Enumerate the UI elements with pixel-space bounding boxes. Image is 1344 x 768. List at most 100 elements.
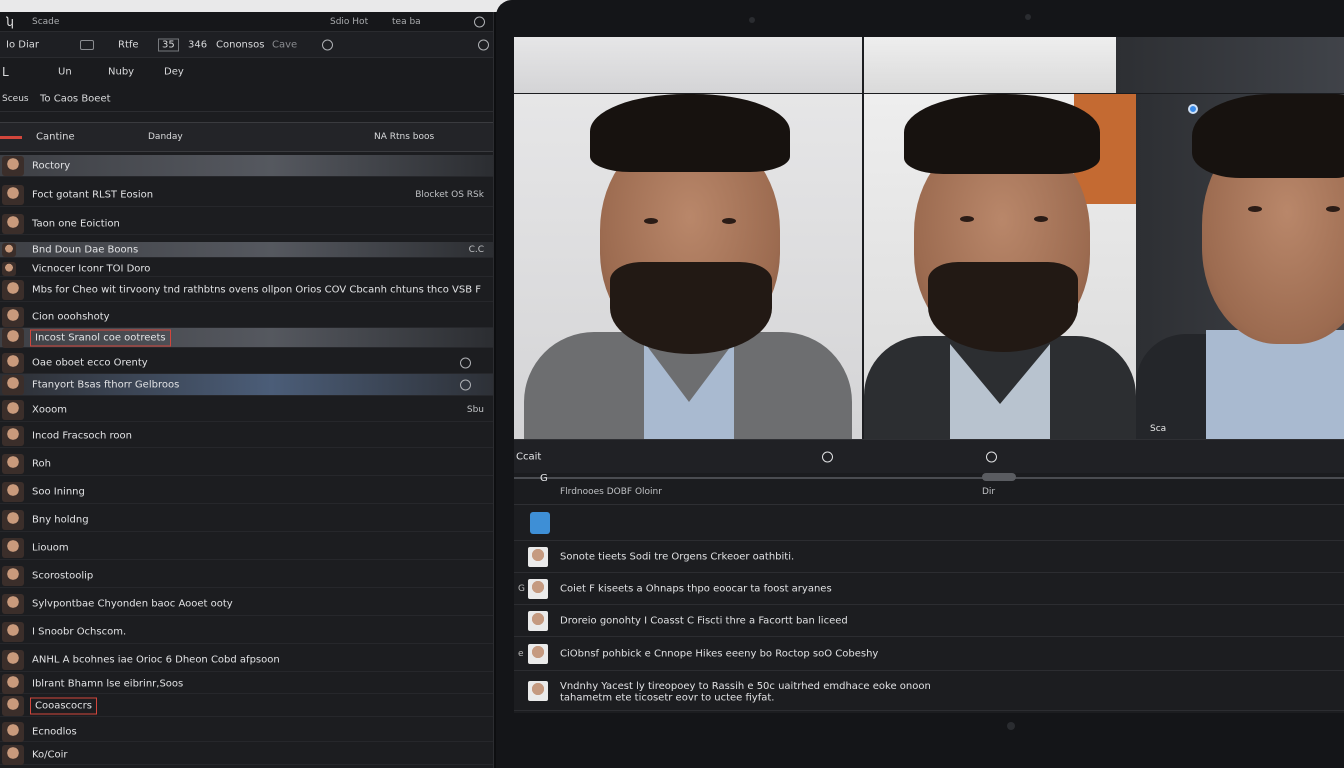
scrub-bar[interactable]: G Flrdnooes DOBF Oloinr Dir bbox=[514, 473, 1344, 505]
list-item[interactable]: Incost Sranol coe ootreets bbox=[0, 327, 493, 348]
toolbar-item-2[interactable]: Rtfe bbox=[118, 39, 139, 50]
list-item[interactable]: Vicnocer Iconr TOI Doro bbox=[0, 261, 493, 277]
list-item[interactable]: Bnd Doun Dae Boons C.C bbox=[0, 242, 493, 258]
list-item[interactable]: Taon one Eoiction bbox=[0, 213, 493, 235]
playlist-title: Coiet F kiseets a Ohnaps thpo eoocar ta … bbox=[560, 583, 832, 594]
list-item[interactable]: Ftanyort Bsas fthorr Gelbroos bbox=[0, 374, 493, 396]
item-thumbnail bbox=[2, 425, 24, 446]
item-label: Ko/Coir bbox=[32, 749, 68, 760]
selection-marker bbox=[0, 136, 22, 139]
item-thumbnail bbox=[2, 621, 24, 642]
toolbar-item-4[interactable]: 346 bbox=[188, 39, 207, 50]
list-item[interactable]: I Snoobr Ochscom. bbox=[0, 620, 493, 644]
list-item[interactable]: Ecnodlos bbox=[0, 721, 493, 742]
item-label: ANHL A bcohnes iae Orioc 6 Dheon Cobd af… bbox=[32, 654, 280, 665]
video-screen: Sca Ccait G Flrdnooes DOBF Oloinr Dir So… bbox=[514, 37, 1344, 713]
playlist-marker: e bbox=[518, 648, 524, 659]
list-item[interactable]: Foct gotant RLST Eosion Blocket OS RSk bbox=[0, 183, 493, 207]
list-item[interactable]: Sylvpontbae Chyonden baoc Aooet ooty bbox=[0, 592, 493, 616]
toolbar-item-6[interactable]: Cave bbox=[272, 39, 297, 50]
list-item[interactable]: Roctory bbox=[0, 155, 493, 177]
item-thumbnail bbox=[2, 184, 24, 205]
info-icon[interactable] bbox=[478, 39, 489, 50]
participant-video-2[interactable] bbox=[864, 94, 1136, 439]
item-toggle-icon[interactable] bbox=[460, 357, 471, 368]
playlist-item[interactable] bbox=[514, 505, 1344, 541]
item-thumbnail bbox=[2, 565, 24, 586]
toolbar-item-5[interactable]: Cononsos bbox=[216, 39, 264, 50]
item-thumbnail bbox=[2, 279, 24, 300]
playlist-item[interactable]: Droreio gonohty I Coasst C Fiscti thre a… bbox=[514, 605, 1344, 637]
sub-toolbar-item-3[interactable]: Dey bbox=[164, 67, 184, 78]
list-item[interactable]: Cion ooohshoty bbox=[0, 306, 493, 328]
playlist-item[interactable]: Sonote tieets Sodi tre Orgens Crkeoer oa… bbox=[514, 541, 1344, 573]
column-header-3[interactable]: NA Rtns boos bbox=[374, 132, 434, 142]
playlist-item[interactable]: Vndnhy Yacest ly tireopoey to Rassih e 5… bbox=[514, 671, 1344, 711]
item-label: Incost Sranol coe ootreets bbox=[30, 329, 171, 346]
playlist-thumbnail bbox=[528, 680, 548, 701]
title-bar: ʮ Scade Sdio Hot tea ba bbox=[0, 12, 493, 32]
laptop-frame: Sca Ccait G Flrdnooes DOBF Oloinr Dir So… bbox=[496, 0, 1344, 768]
list-item[interactable]: Scorostoolip bbox=[0, 564, 493, 588]
play-icon[interactable] bbox=[822, 451, 833, 462]
playlist-thumbnail bbox=[528, 578, 548, 599]
item-label: Mbs for Cheo wit tirvoony tnd rathbtns o… bbox=[32, 284, 481, 295]
sub-toolbar-item-2[interactable]: Nuby bbox=[108, 67, 134, 78]
toolbar-item-3[interactable]: 35 bbox=[158, 38, 179, 51]
refresh-icon[interactable] bbox=[322, 39, 333, 50]
item-toggle-icon[interactable] bbox=[460, 379, 471, 390]
playlist-item[interactable]: e CiObnsf pohbick e Cnnope Hikes eeeny bo… bbox=[514, 637, 1344, 671]
item-thumbnail bbox=[2, 721, 24, 742]
item-thumbnail bbox=[2, 593, 24, 614]
timer-icon[interactable] bbox=[986, 451, 997, 462]
participant-1-beard bbox=[610, 262, 772, 354]
participant-1-hair bbox=[590, 94, 790, 172]
list-item[interactable]: Roh bbox=[0, 452, 493, 476]
settings-icon[interactable] bbox=[474, 16, 485, 27]
sub-toolbar-item-1[interactable]: Un bbox=[58, 67, 72, 78]
list-item[interactable]: Soo Ininng bbox=[0, 480, 493, 504]
item-label: Sylvpontbae Chyonden baoc Aooet ooty bbox=[32, 598, 233, 609]
scrub-text: Flrdnooes DOBF Oloinr bbox=[560, 487, 662, 497]
toolbar-item-1[interactable]: Io Diar bbox=[6, 39, 39, 50]
item-label: Soo Ininng bbox=[32, 486, 85, 497]
item-label: Bny holdng bbox=[32, 514, 89, 525]
participant-3-hair bbox=[1192, 94, 1344, 178]
title-right-text-2: tea ba bbox=[392, 16, 421, 27]
list-item[interactable]: Iblrant Bhamn lse eibrinr,Soos bbox=[0, 673, 493, 694]
list-item[interactable]: Cooascocrs bbox=[0, 695, 493, 717]
list-item[interactable]: Bny holdng bbox=[0, 508, 493, 532]
item-label: Ftanyort Bsas fthorr Gelbroos bbox=[32, 379, 180, 390]
column-header-1[interactable]: Cantine bbox=[36, 132, 75, 143]
title-right-text: Sdio Hot bbox=[330, 16, 369, 27]
list-item[interactable]: ANHL A bcohnes iae Orioc 6 Dheon Cobd af… bbox=[0, 648, 493, 672]
playlist-subtitle: tahametm ete ticosetr eovr to uctee fiyf… bbox=[560, 692, 775, 704]
layout-icon[interactable] bbox=[80, 39, 94, 50]
sub-toolbar: L Un Nuby Dey bbox=[0, 58, 493, 86]
section-label-1: Sceus bbox=[2, 93, 29, 104]
item-thumbnail bbox=[2, 327, 24, 348]
list-item[interactable]: Liouom bbox=[0, 536, 493, 560]
item-thumbnail bbox=[2, 744, 24, 765]
participant-video-3[interactable]: Sca bbox=[1136, 94, 1344, 439]
participant-1-eye-right bbox=[722, 218, 736, 224]
scrub-handle[interactable] bbox=[982, 473, 1016, 481]
video-caption-bar: Ccait bbox=[514, 439, 1344, 473]
item-thumbnail bbox=[2, 352, 24, 373]
participant-3-eye-left bbox=[1248, 206, 1262, 212]
list-item[interactable]: Mbs for Cheo wit tirvoony tnd rathbtns o… bbox=[0, 278, 493, 302]
scrub-track[interactable] bbox=[514, 477, 1344, 479]
playlist-title: Vndnhy Yacest ly tireopoey to Rassih e 5… bbox=[560, 680, 931, 692]
playlist-item[interactable]: G Coiet F kiseets a Ohnaps thpo eoocar ta… bbox=[514, 573, 1344, 605]
playlist-thumbnail bbox=[528, 546, 548, 567]
list-item[interactable]: Xooom Sbu bbox=[0, 398, 493, 422]
playlist-thumbnail bbox=[528, 610, 548, 631]
participant-video-1[interactable] bbox=[514, 94, 862, 439]
list-item[interactable]: Incod Fracsoch roon bbox=[0, 424, 493, 448]
column-header-2[interactable]: Danday bbox=[148, 132, 183, 142]
list-item[interactable]: Ko/Coir bbox=[0, 744, 493, 765]
item-label: Oae oboet ecco Orenty bbox=[32, 357, 148, 368]
section-label-2: To Caos Boeet bbox=[40, 93, 111, 104]
list-item[interactable]: Oae oboet ecco Orenty bbox=[0, 352, 493, 374]
item-label: Incod Fracsoch roon bbox=[32, 430, 132, 441]
